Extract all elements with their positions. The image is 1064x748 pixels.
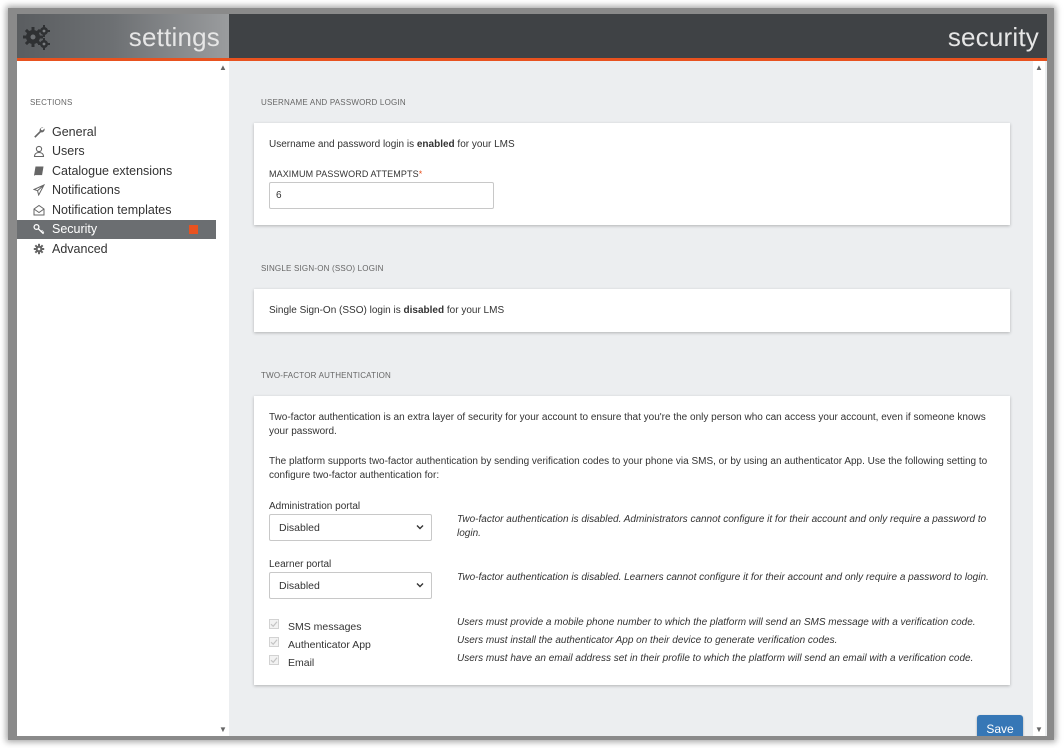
sidebar-item-notification-templates[interactable]: Notification templates bbox=[17, 200, 216, 220]
sidebar-item-label: General bbox=[52, 124, 97, 139]
password-card: Username and password login is enabled f… bbox=[254, 123, 1010, 225]
header-right: security bbox=[229, 14, 1047, 60]
learner-portal-label: Learner portal bbox=[269, 559, 332, 570]
sso-card: Single Sign-On (SSO) login is disabled f… bbox=[254, 289, 1010, 332]
admin-portal-select[interactable]: Disabled bbox=[269, 514, 432, 541]
settings-title: settings bbox=[128, 22, 220, 52]
sms-messages-option[interactable]: SMS messages bbox=[269, 618, 362, 633]
chevron-down-icon bbox=[416, 583, 424, 588]
sidebar-item-label: Catalogue extensions bbox=[52, 163, 173, 178]
learner-portal-note: Two-factor authentication is disabled. L… bbox=[457, 572, 989, 583]
email-option[interactable]: Email bbox=[269, 654, 314, 669]
envelope-open-icon bbox=[32, 203, 46, 217]
max-password-attempts-input[interactable]: 6 bbox=[269, 182, 494, 209]
sms-messages-checkbox[interactable] bbox=[269, 619, 279, 629]
sidebar-item-advanced[interactable]: Advanced bbox=[17, 239, 216, 259]
two-factor-card: Two-factor authentication is an extra la… bbox=[254, 396, 1010, 685]
learner-portal-select[interactable]: Disabled bbox=[269, 572, 432, 599]
user-icon bbox=[32, 144, 46, 158]
sidebar-item-label: Notifications bbox=[52, 183, 121, 198]
check-icon bbox=[270, 657, 278, 664]
required-marker: * bbox=[418, 169, 423, 179]
sidebar-item-users[interactable]: Users bbox=[17, 142, 216, 162]
email-checkbox[interactable] bbox=[269, 655, 279, 665]
sidebar-scroll-up-icon[interactable]: ▲ bbox=[219, 63, 227, 72]
sidebar-item-catalogue-extensions[interactable]: Catalogue extensions bbox=[17, 161, 216, 181]
save-button[interactable]: Save bbox=[977, 715, 1023, 736]
two-factor-description: The platform supports two-factor authent… bbox=[269, 456, 988, 481]
password-login-status: Username and password login is enabled f… bbox=[269, 139, 515, 150]
check-icon bbox=[270, 639, 278, 646]
authenticator-app-option[interactable]: Authenticator App bbox=[269, 636, 371, 651]
sso-login-status: Single Sign-On (SSO) login is disabled f… bbox=[269, 305, 505, 316]
email-note: Users must have an email address set in … bbox=[457, 653, 974, 664]
authenticator-app-note: Users must install the authenticator App… bbox=[457, 635, 838, 646]
gears-logo-icon bbox=[23, 25, 50, 50]
book-icon bbox=[32, 164, 46, 178]
sidebar-item-label: Notification templates bbox=[52, 202, 172, 217]
settings-window: settings security ▲ SECTIONS General Use… bbox=[17, 14, 1047, 736]
admin-portal-note: Two-factor authentication is disabled. A… bbox=[457, 514, 987, 539]
section-label-sso: SINGLE SIGN-ON (SSO) LOGIN bbox=[261, 264, 384, 273]
check-icon bbox=[270, 621, 278, 628]
sidebar-item-label: Security bbox=[52, 222, 98, 237]
sidebar-item-label: Users bbox=[52, 144, 85, 159]
max-password-attempts-label: MAXIMUM PASSWORD ATTEMPTS* bbox=[269, 169, 423, 179]
gear-icon bbox=[32, 242, 46, 256]
wrench-icon bbox=[32, 125, 46, 139]
section-label-two-factor: TWO-FACTOR AUTHENTICATION bbox=[261, 371, 392, 380]
sms-messages-note: Users must provide a mobile phone number… bbox=[457, 617, 976, 628]
main-scrollbar[interactable]: ▲ ▼ bbox=[1033, 61, 1045, 736]
sidebar-item-notifications[interactable]: Notifications bbox=[17, 181, 216, 201]
admin-portal-label: Administration portal bbox=[269, 501, 361, 512]
sidebar-item-general[interactable]: General bbox=[17, 122, 216, 142]
active-indicator bbox=[189, 224, 198, 234]
sidebar-item-label: Advanced bbox=[52, 241, 108, 256]
sso-login-status-value: disabled bbox=[403, 305, 445, 316]
sections-label: SECTIONS bbox=[30, 98, 73, 107]
header-left: settings bbox=[17, 14, 229, 60]
main-scroll-down-icon[interactable]: ▼ bbox=[1035, 725, 1043, 734]
key-icon bbox=[32, 222, 46, 236]
chevron-down-icon bbox=[416, 525, 424, 530]
sidebar-item-security[interactable]: Security bbox=[17, 219, 216, 239]
password-login-status-value: enabled bbox=[416, 139, 455, 150]
page-title: security bbox=[947, 22, 1039, 52]
section-label-password: USERNAME AND PASSWORD LOGIN bbox=[261, 98, 406, 107]
main-content: USERNAME AND PASSWORD LOGIN Username and… bbox=[229, 61, 1047, 736]
sidebar: ▲ SECTIONS General Users Catalogue exten… bbox=[17, 61, 229, 736]
authenticator-app-checkbox[interactable] bbox=[269, 637, 279, 647]
sidebar-scroll-down-icon[interactable]: ▼ bbox=[219, 725, 227, 734]
paper-plane-icon bbox=[32, 183, 46, 197]
two-factor-intro: Two-factor authentication is an extra la… bbox=[269, 412, 986, 437]
main-scroll-up-icon[interactable]: ▲ bbox=[1035, 63, 1043, 72]
sidebar-nav: General Users Catalogue extensions Notif… bbox=[17, 122, 216, 259]
